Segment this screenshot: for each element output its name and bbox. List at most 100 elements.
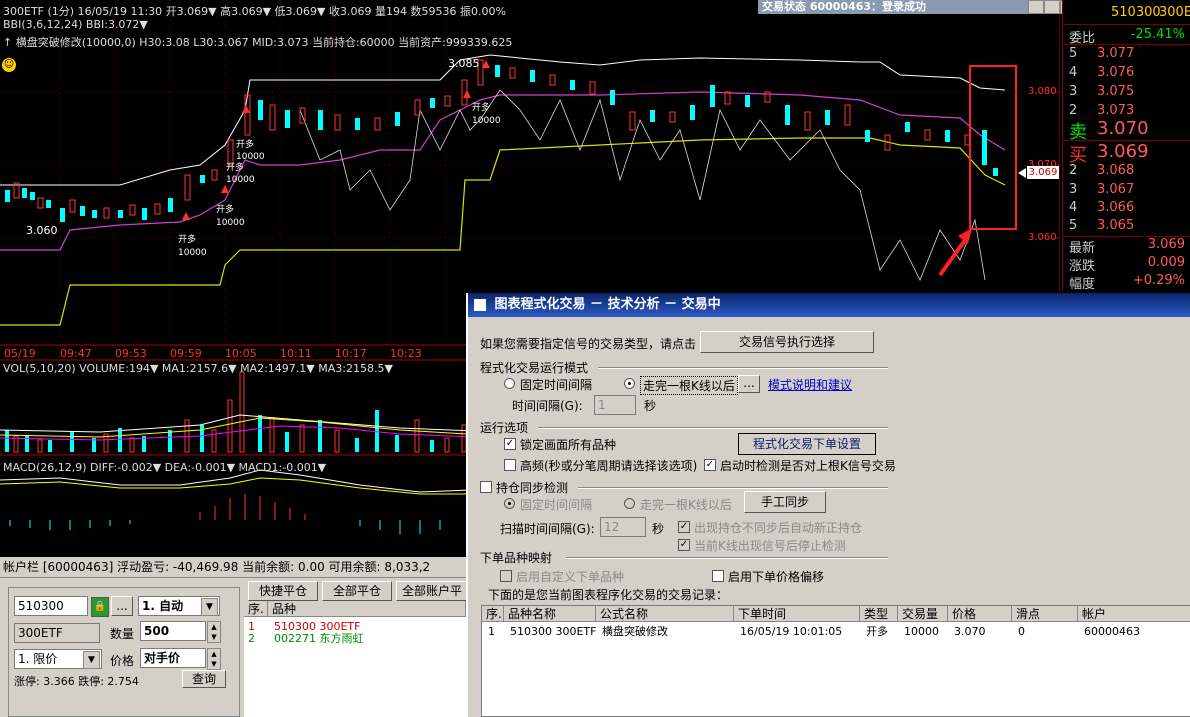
signal-label: 开多	[216, 205, 235, 215]
col-qty[interactable]: 交易量	[898, 606, 948, 622]
browse-button[interactable]: ...	[111, 596, 133, 616]
time-label: 10:11	[280, 347, 312, 360]
quote-panel: 510300 300ETF 委比 -25.41% 53.077 43.076 3…	[1062, 0, 1190, 292]
record-idx[interactable]: 1	[484, 624, 495, 640]
signal-prompt: 如果您需要指定信号的交易类型，请点击	[480, 337, 697, 351]
price-input[interactable]: 对手价	[140, 648, 206, 668]
smiley-icon[interactable]: ☺	[2, 58, 16, 72]
record-time[interactable]: 16/05/19 10:01:05	[736, 624, 842, 640]
record-qty[interactable]: 10000	[900, 624, 939, 640]
chevron-down-icon[interactable]: ▼	[201, 598, 218, 616]
record-formula[interactable]: 横盘突破修改	[598, 624, 668, 640]
scan-seconds: 秒	[652, 522, 665, 536]
bid-row[interactable]: 4 3.066	[1063, 199, 1190, 218]
mapping-group: 下单品种映射	[480, 551, 553, 565]
col-price[interactable]: 价格	[948, 606, 1012, 622]
record-item[interactable]: 510300 300ETF	[506, 624, 596, 640]
quote-code: 510300	[1111, 5, 1161, 20]
mode-select[interactable]: 1. 自动 ▼	[138, 596, 220, 616]
col-time[interactable]: 下单时间	[734, 606, 860, 622]
startup-check-checkbox[interactable]: ✓	[704, 459, 716, 471]
qty-spinner[interactable]: ▲ ▼	[207, 621, 221, 643]
signal-select-button[interactable]: 交易信号执行选择	[700, 331, 874, 353]
close-all-accounts-button[interactable]: 全部账户平	[396, 581, 468, 601]
limit-text: 涨停: 3.366 跌停: 2.754	[14, 675, 139, 688]
weibi-row: 委比 -25.41%	[1069, 27, 1185, 46]
interval-input[interactable]: 1	[594, 395, 636, 415]
sell-row[interactable]: 卖 3.070	[1063, 118, 1190, 143]
record-slippage[interactable]: 0	[1014, 624, 1025, 640]
ask-row[interactable]: 5 3.077	[1063, 45, 1190, 64]
lock-icon[interactable]: 🔒	[91, 597, 109, 617]
volume-indicator: VOL(5,10,20) VOLUME:194▼ MA1:2157.6▼ MA2…	[3, 362, 393, 375]
col-idx[interactable]: 序.	[482, 606, 504, 622]
time-label: 05/19	[4, 347, 36, 360]
qty-input[interactable]: 500	[140, 621, 206, 641]
pos-col-idx[interactable]: 序.	[244, 601, 268, 617]
signal-label: 开多	[178, 235, 197, 245]
record-price[interactable]: 3.070	[950, 624, 986, 640]
table-row[interactable]: 002271 东方雨虹	[270, 631, 364, 647]
col-item[interactable]: 品种名称	[504, 606, 596, 622]
dots-button[interactable]: ...	[738, 375, 760, 393]
signal-qty: 10000	[178, 248, 207, 258]
mode-help-link[interactable]: 模式说明和建议	[768, 376, 852, 393]
query-button[interactable]: 查询	[182, 670, 226, 688]
radio-after-k-label: 走完一根K线以后	[640, 376, 738, 395]
record-type[interactable]: 开多	[862, 624, 888, 640]
signal-qty: 10000	[472, 116, 501, 126]
peak-price-label: 3.085	[448, 57, 480, 70]
time-label: 10:17	[335, 347, 367, 360]
strategy-indicator: ↑ 横盘突破修改(10000,0) H30:3.08 L30:3.067 MID…	[3, 36, 513, 49]
ask-row[interactable]: 4 3.076	[1063, 64, 1190, 83]
price-spinner[interactable]: ▲ ▼	[207, 648, 221, 670]
bid-row[interactable]: 2 3.068	[1063, 162, 1190, 181]
dialog-titlebar[interactable]: 图表程式化交易 － 技术分析 － 交易中	[468, 293, 1190, 317]
record-account[interactable]: 60000463	[1080, 624, 1140, 640]
price-label: 价格	[110, 654, 135, 668]
high-freq-checkbox[interactable]	[504, 459, 516, 471]
dialog-title: 图表程式化交易 － 技术分析 － 交易中	[494, 297, 721, 312]
manual-sync-button[interactable]: 手工同步	[744, 491, 826, 513]
sync-checkbox[interactable]	[480, 481, 492, 493]
col-formula[interactable]: 公式名称	[596, 606, 734, 622]
scan-interval-input[interactable]: 12	[600, 517, 646, 537]
buy-row[interactable]: 买 3.069	[1063, 141, 1190, 166]
col-slippage[interactable]: 滑点	[1012, 606, 1078, 622]
col-type[interactable]: 类型	[860, 606, 898, 622]
time-label: 10:05	[225, 347, 257, 360]
close-all-button[interactable]: 全部平仓	[322, 581, 392, 601]
latest-row: 最新 3.069	[1069, 237, 1185, 256]
sync-radio-after-k[interactable]	[624, 498, 635, 509]
sync-radio-fixed[interactable]	[504, 498, 515, 509]
restore-button[interactable]	[1044, 0, 1060, 14]
price-offset-checkbox[interactable]	[712, 570, 724, 582]
quote-name: 300ETF	[1159, 5, 1190, 20]
stop-detect-checkbox[interactable]: ✓	[678, 539, 690, 551]
current-price-tag: 3.069	[1027, 166, 1059, 179]
change-row: 涨跌 0.009	[1069, 255, 1185, 274]
bid-row[interactable]: 5 3.065	[1063, 217, 1190, 236]
quick-close-button[interactable]: 快捷平仓	[248, 581, 318, 601]
minimize-button[interactable]	[1028, 0, 1044, 14]
auto-fix-checkbox[interactable]: ✓	[678, 521, 690, 533]
signal-qty: 10000	[216, 218, 245, 228]
ask-row[interactable]: 3 3.075	[1063, 83, 1190, 102]
trade-status-text: 交易状态 60000463：登录成功	[762, 0, 927, 13]
signal-qty: 10000	[236, 152, 265, 162]
col-account[interactable]: 帐户	[1078, 606, 1190, 622]
table-row-idx[interactable]: 2	[244, 631, 255, 647]
low-price-label: 3.060	[26, 224, 58, 237]
lock-all-checkbox[interactable]: ✓	[504, 438, 516, 450]
custom-item-checkbox[interactable]	[500, 570, 512, 582]
bid-row[interactable]: 3 3.067	[1063, 181, 1190, 200]
radio-after-k[interactable]	[624, 378, 635, 389]
order-settings-button[interactable]: 程式化交易下单设置	[738, 433, 876, 455]
order-type-select[interactable]: 1. 限价 ▼	[14, 649, 102, 669]
pos-col-item[interactable]: 品种	[268, 601, 466, 617]
radio-fixed-interval[interactable]	[504, 378, 515, 389]
chevron-down-icon[interactable]: ▼	[83, 651, 100, 669]
custom-item-label: 启用自定义下单品种	[516, 570, 625, 584]
programmatic-trading-dialog: 图表程式化交易 － 技术分析 － 交易中 如果您需要指定信号的交易类型，请点击 …	[466, 293, 1190, 717]
code-input[interactable]: 510300	[14, 596, 88, 616]
